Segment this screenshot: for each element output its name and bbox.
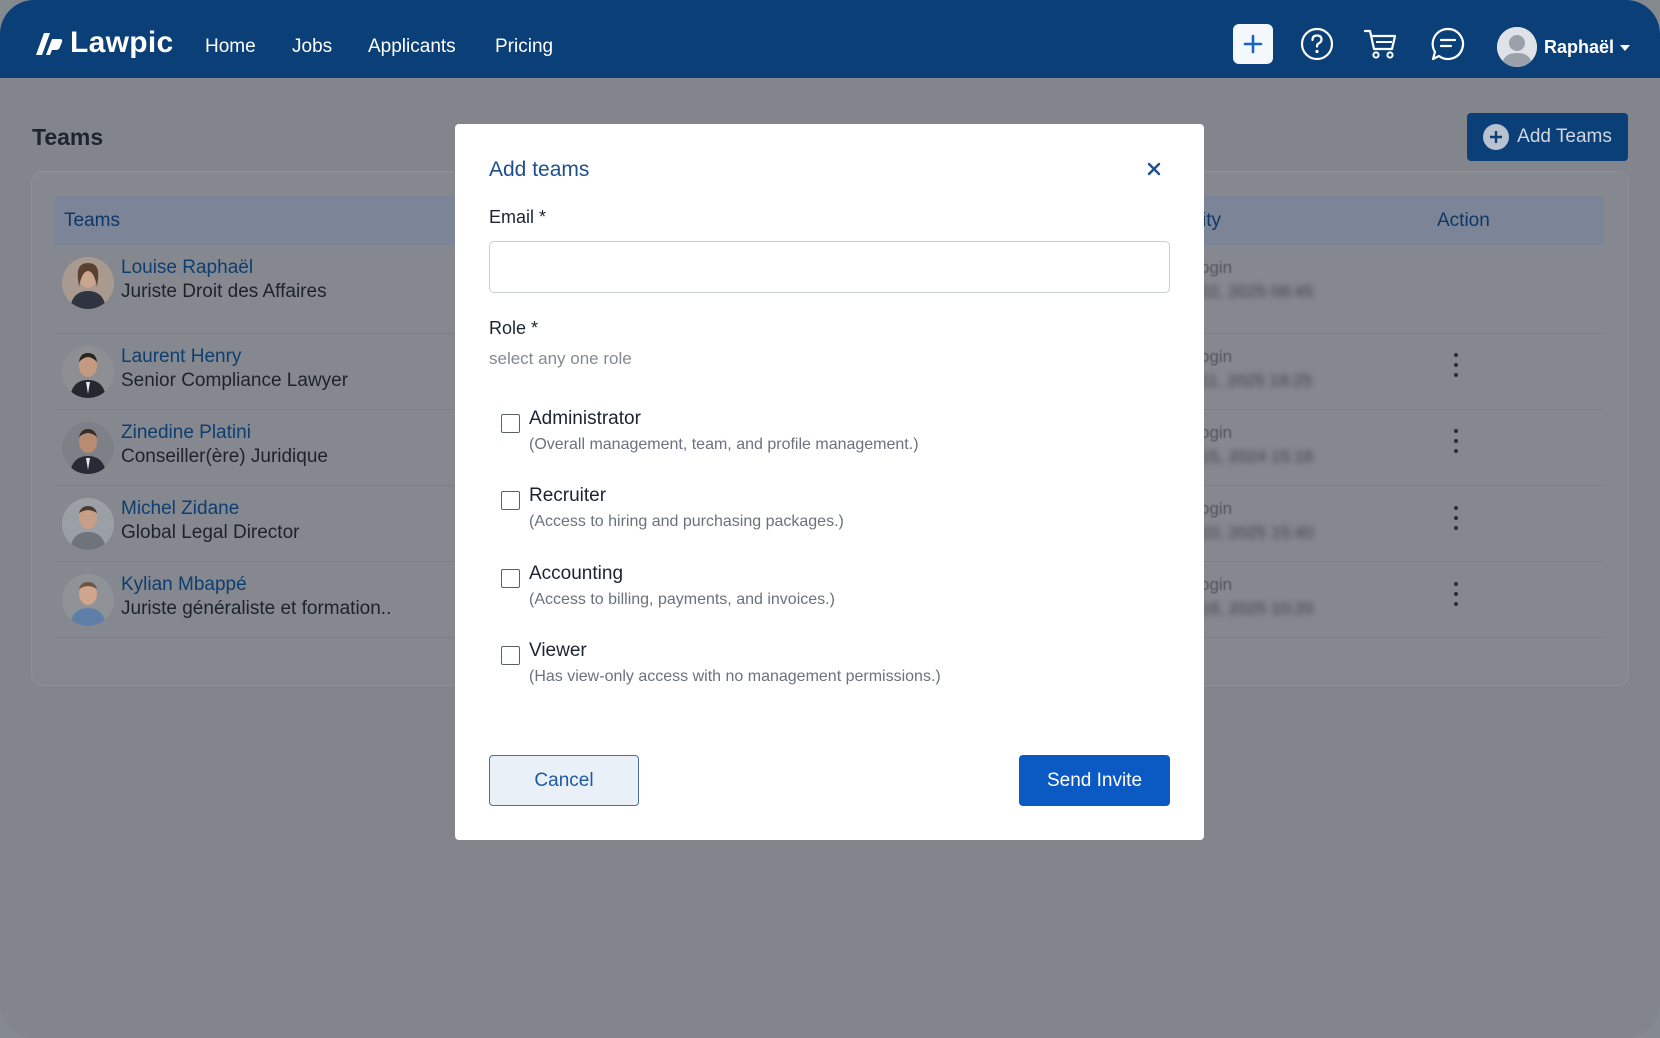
member-activity: ogin 02, 2025 08:45 [1200, 258, 1314, 301]
plus-icon [1243, 34, 1263, 54]
member-activity: ogin 10, 2025 15:40 [1200, 499, 1314, 542]
plus-circle-icon [1483, 124, 1510, 150]
member-name[interactable]: Zinedine Platini [121, 422, 251, 444]
email-input[interactable] [489, 241, 1170, 293]
logo-mark-icon [36, 33, 63, 55]
user-menu[interactable]: Raphaël [1544, 37, 1631, 58]
role-checkbox[interactable] [501, 646, 520, 665]
brand-logo[interactable]: Lawpic [30, 26, 174, 60]
role-label: Role * [489, 318, 539, 338]
logo-text: Lawpic [70, 26, 174, 59]
role-name: Accounting [529, 563, 624, 584]
member-activity: ogin 11, 2025 18:25 [1200, 347, 1313, 390]
header-action: Action [1437, 210, 1490, 231]
member-name[interactable]: Louise Raphaël [121, 257, 253, 279]
member-avatar [62, 422, 114, 474]
header-teams: Teams [64, 210, 120, 231]
member-title: Juriste Droit des Affaires [121, 281, 327, 302]
close-icon [1147, 162, 1161, 176]
caret-down-icon [1620, 44, 1631, 51]
header-activity: ity [1202, 210, 1221, 231]
role-description: (Has view-only access with no management… [529, 668, 941, 685]
member-avatar [62, 257, 114, 309]
role-description: (Access to hiring and purchasing package… [529, 513, 844, 530]
help-button[interactable] [1299, 26, 1335, 62]
member-title: Global Legal Director [121, 522, 300, 543]
role-option-administrator[interactable]: Administrator (Overall management, team,… [501, 408, 1141, 464]
row-actions-button[interactable] [1452, 506, 1460, 530]
nav-jobs[interactable]: Jobs [292, 36, 332, 58]
role-option-viewer[interactable]: Viewer (Has view-only access with no man… [501, 640, 1141, 696]
member-avatar [62, 498, 114, 550]
top-navbar: Lawpic Home Jobs Applicants Pricing Raph… [0, 0, 1660, 78]
role-checkbox[interactable] [501, 491, 520, 510]
role-name: Administrator [529, 408, 641, 429]
email-label: Email * [489, 207, 547, 227]
role-description: (Access to billing, payments, and invoic… [529, 591, 835, 608]
role-checkbox[interactable] [501, 569, 520, 588]
member-name[interactable]: Kylian Mbappé [121, 574, 247, 596]
app-window: Lawpic Home Jobs Applicants Pricing Raph… [0, 0, 1660, 1038]
cart-icon [1363, 29, 1397, 59]
member-title: Conseiller(ère) Juridique [121, 446, 328, 467]
nav-applicants[interactable]: Applicants [368, 36, 456, 58]
add-teams-label: Add Teams [1517, 126, 1612, 147]
role-checkbox[interactable] [501, 414, 520, 433]
role-option-accounting[interactable]: Accounting (Access to billing, payments,… [501, 563, 1141, 619]
member-name[interactable]: Michel Zidane [121, 498, 239, 520]
user-avatar-icon [1497, 27, 1537, 67]
user-avatar[interactable] [1497, 27, 1537, 67]
help-icon [1300, 27, 1334, 61]
member-avatar [62, 574, 114, 626]
cancel-button[interactable]: Cancel [489, 755, 639, 806]
user-name-label: Raphaël [1544, 37, 1615, 57]
add-teams-modal: Add teams Email * Role * select any one … [455, 124, 1204, 840]
member-title: Juriste généraliste et formation.. [121, 598, 392, 619]
modal-title: Add teams [489, 158, 590, 181]
row-actions-button[interactable] [1452, 582, 1460, 606]
role-option-recruiter[interactable]: Recruiter (Access to hiring and purchasi… [501, 485, 1141, 541]
row-actions-button[interactable] [1452, 429, 1460, 453]
member-name[interactable]: Laurent Henry [121, 346, 241, 368]
cart-button[interactable] [1363, 26, 1399, 62]
role-description: (Overall management, team, and profile m… [529, 436, 919, 453]
add-teams-button[interactable]: Add Teams [1467, 113, 1628, 161]
role-hint: select any one role [489, 349, 632, 368]
send-invite-button[interactable]: Send Invite [1019, 755, 1170, 806]
member-avatar [62, 346, 114, 398]
create-button[interactable] [1233, 24, 1273, 64]
close-button[interactable] [1145, 160, 1163, 178]
member-title: Senior Compliance Lawyer [121, 370, 349, 391]
nav-home[interactable]: Home [205, 36, 256, 58]
role-name: Viewer [529, 640, 587, 661]
row-actions-button[interactable] [1452, 353, 1460, 377]
page-title: Teams [32, 124, 104, 150]
member-activity: ogin 18, 2025 10:20 [1200, 575, 1314, 618]
role-name: Recruiter [529, 485, 607, 506]
nav-pricing[interactable]: Pricing [495, 36, 553, 58]
member-activity: ogin 15, 2024 15:16 [1200, 423, 1314, 466]
messages-button[interactable] [1430, 26, 1466, 62]
chat-icon [1431, 27, 1465, 61]
